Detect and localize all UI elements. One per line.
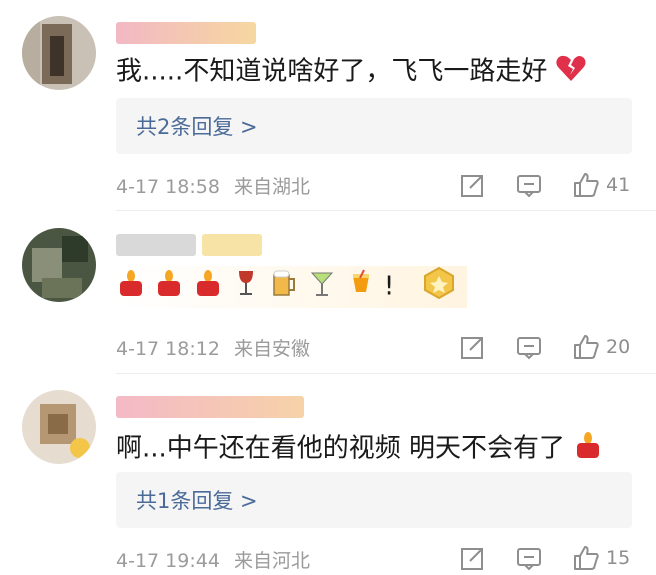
view-replies-link[interactable]: 共1条回复 > (136, 485, 258, 515)
like-count: 20 (606, 336, 631, 358)
like-button[interactable]: 15 (572, 543, 630, 573)
avatar[interactable] (22, 228, 96, 302)
broken-heart-icon (555, 54, 586, 90)
share-button[interactable] (460, 332, 486, 362)
comment-text: 啊...中午还在看他的视频 明天不会有了 (116, 430, 603, 468)
reply-box[interactable]: 共1条回复 > (116, 472, 632, 528)
tropical-drink-icon (346, 268, 376, 306)
comment-icon (517, 175, 541, 198)
comment-actions: 15 (460, 543, 640, 573)
location: 来自安徽 (233, 338, 310, 360)
divider (116, 210, 656, 211)
comment-actions: 20 (460, 332, 640, 362)
comment-icon (517, 548, 541, 571)
share-button[interactable] (460, 170, 486, 200)
comment-text-content: ! (383, 271, 395, 302)
gold-badge-icon (419, 266, 459, 308)
share-icon (461, 337, 483, 359)
thumbs-up-icon (574, 173, 599, 197)
timestamp: 4-17 18:12 (116, 338, 220, 360)
thumbs-up-icon (574, 546, 599, 570)
comment-text: ! (116, 266, 467, 308)
comment-meta: 4-17 18:12 来自安徽 (116, 334, 310, 361)
like-button[interactable]: 20 (572, 332, 630, 362)
divider (116, 373, 656, 374)
view-replies-link[interactable]: 共2条回复 > (136, 111, 258, 141)
username-blurred[interactable] (116, 396, 304, 418)
share-button[interactable] (460, 543, 486, 573)
like-count: 15 (606, 547, 631, 569)
avatar[interactable] (22, 16, 96, 90)
timestamp: 4-17 19:44 (116, 550, 220, 572)
cocktail-glass-icon (307, 268, 337, 306)
comment-button[interactable] (516, 543, 542, 573)
beer-mug-icon (269, 268, 299, 306)
comment-text-content: 我.....不知道说啥好了，飞飞一路走好 (116, 56, 548, 87)
user-badge-blurred (202, 234, 262, 256)
candle-icon (573, 430, 603, 468)
comment-text: 我.....不知道说啥好了，飞飞一路走好 (116, 54, 586, 90)
timestamp: 4-17 18:58 (116, 176, 220, 198)
candle-icon (116, 268, 146, 306)
location: 来自湖北 (233, 176, 310, 198)
share-icon (461, 175, 483, 197)
comment-actions: 41 (460, 170, 640, 200)
location: 来自河北 (233, 550, 310, 572)
comment-meta: 4-17 18:58 来自湖北 (116, 172, 310, 199)
reply-box[interactable]: 共2条回复 > (116, 98, 632, 154)
comment-button[interactable] (516, 170, 542, 200)
like-button[interactable]: 41 (572, 170, 630, 200)
like-count: 41 (606, 174, 631, 196)
wine-glass-icon (231, 268, 261, 306)
username-blurred[interactable] (116, 22, 256, 44)
thumbs-up-icon (574, 335, 599, 359)
avatar[interactable] (22, 390, 96, 464)
username-blurred[interactable] (116, 234, 196, 256)
comment-meta: 4-17 19:44 来自河北 (116, 546, 310, 573)
candle-icon (193, 268, 223, 306)
share-icon (461, 548, 483, 570)
comment-button[interactable] (516, 332, 542, 362)
comment-icon (517, 337, 541, 360)
comment-text-content: 啊...中午还在看他的视频 明天不会有了 (116, 433, 566, 464)
candle-icon (154, 268, 184, 306)
